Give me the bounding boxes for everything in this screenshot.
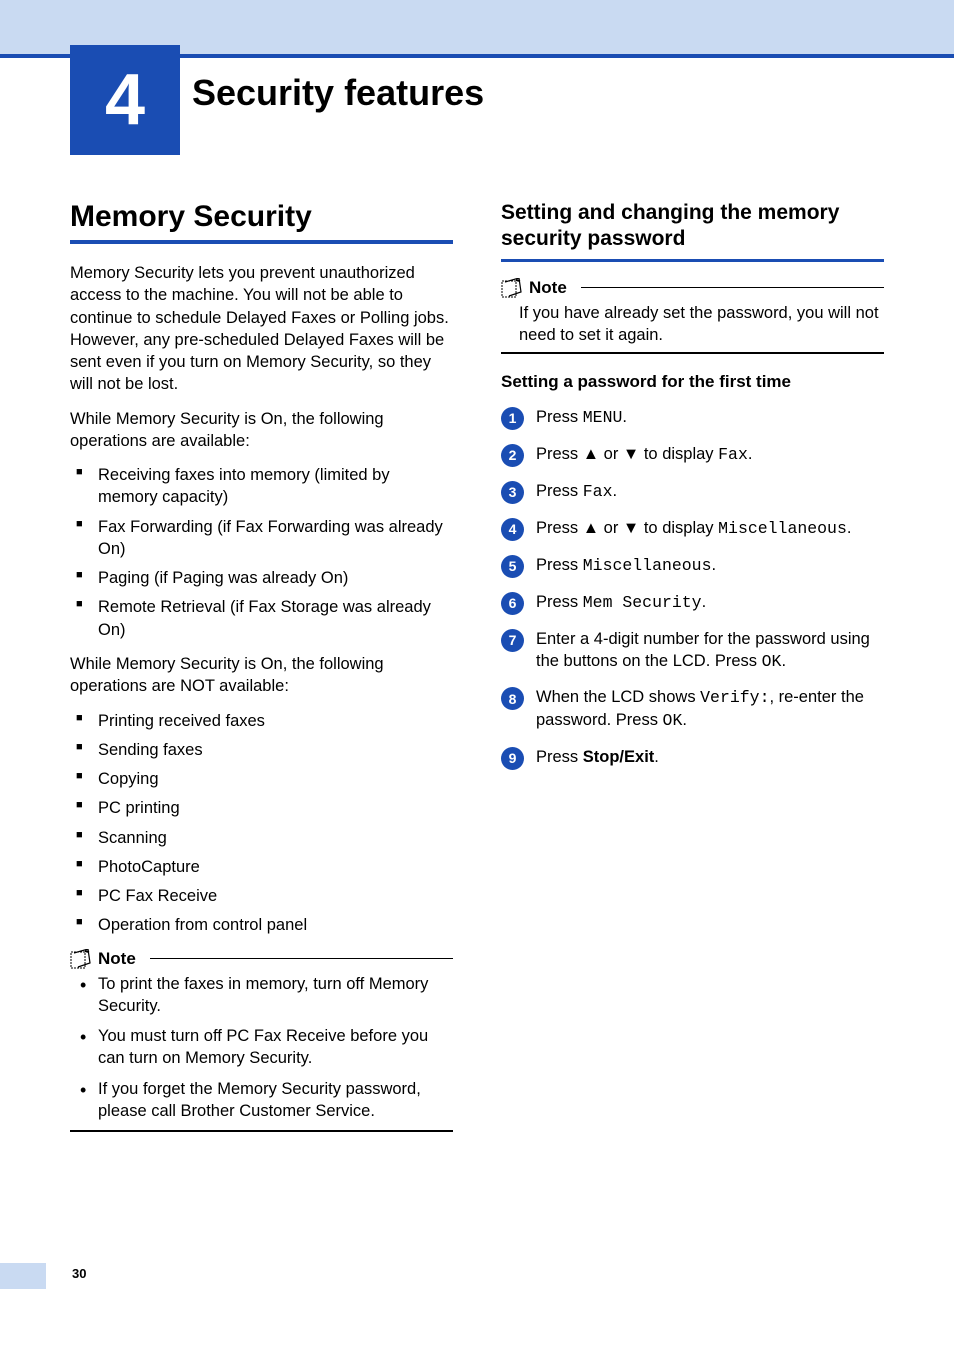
step-text: Press MENU. xyxy=(536,406,884,429)
step-6: 6 Press Mem Security. xyxy=(501,591,884,615)
list-item: Paging (if Paging was already On) xyxy=(98,567,453,589)
left-column: Memory Security Memory Security lets you… xyxy=(70,200,453,1132)
step-3: 3 Press Fax. xyxy=(501,480,884,504)
note-footer-line xyxy=(70,1130,453,1132)
note-header-line xyxy=(581,287,884,289)
step-1: 1 Press MENU. xyxy=(501,406,884,430)
list-item: Scanning xyxy=(98,827,453,849)
subsection-heading: Setting and changing the memory security… xyxy=(501,200,884,253)
note-title: Note xyxy=(98,949,136,969)
list-item: Copying xyxy=(98,768,453,790)
list-item: PC printing xyxy=(98,797,453,819)
note-block: Note To print the faxes in memory, turn … xyxy=(70,949,453,1132)
step-7: 7 Enter a 4-digit number for the passwor… xyxy=(501,628,884,674)
list-item: If you forget the Memory Security passwo… xyxy=(98,1078,453,1123)
note-body: If you have already set the password, yo… xyxy=(501,302,884,347)
subheading-underline xyxy=(501,259,884,262)
list-item: Fax Forwarding (if Fax Forwarding was al… xyxy=(98,516,453,561)
chapter-number-box: 4 xyxy=(70,45,180,155)
step-number-icon: 7 xyxy=(501,629,524,652)
list-item: You must turn off PC Fax Receive before … xyxy=(98,1025,453,1070)
step-number-icon: 4 xyxy=(501,518,524,541)
content-columns: Memory Security Memory Security lets you… xyxy=(70,200,884,1132)
step-number-icon: 2 xyxy=(501,444,524,467)
note-icon xyxy=(501,278,523,298)
note-block: Note If you have already set the passwor… xyxy=(501,278,884,354)
page-edge-tab xyxy=(0,1263,46,1289)
section-heading: Memory Security xyxy=(70,200,453,234)
note-icon xyxy=(70,949,92,969)
steps-list: 1 Press MENU. 2 Press ▲ or ▼ to display … xyxy=(501,406,884,770)
list-item: Printing received faxes xyxy=(98,710,453,732)
step-number-icon: 1 xyxy=(501,407,524,430)
step-2: 2 Press ▲ or ▼ to display Fax. xyxy=(501,443,884,467)
chapter-title: Security features xyxy=(192,72,484,114)
list-item: Remote Retrieval (if Fax Storage was alr… xyxy=(98,596,453,641)
step-text: Press Stop/Exit. xyxy=(536,746,884,768)
note-header: Note xyxy=(501,278,884,298)
step-number-icon: 6 xyxy=(501,592,524,615)
not-available-list: Printing received faxes Sending faxes Co… xyxy=(70,710,453,937)
list-item: PhotoCapture xyxy=(98,856,453,878)
step-9: 9 Press Stop/Exit. xyxy=(501,746,884,770)
note-header: Note xyxy=(70,949,453,969)
step-text: Press ▲ or ▼ to display Fax. xyxy=(536,443,884,466)
step-number-icon: 9 xyxy=(501,747,524,770)
step-text: Press Mem Security. xyxy=(536,591,884,614)
list-item: Receiving faxes into memory (limited by … xyxy=(98,464,453,509)
note-list: To print the faxes in memory, turn off M… xyxy=(70,973,453,1123)
list-item: Sending faxes xyxy=(98,739,453,761)
step-8: 8 When the LCD shows Verify:, re-enter t… xyxy=(501,686,884,733)
step-4: 4 Press ▲ or ▼ to display Miscellaneous. xyxy=(501,517,884,541)
available-intro: While Memory Security is On, the followi… xyxy=(70,408,453,453)
list-item: To print the faxes in memory, turn off M… xyxy=(98,973,453,1018)
list-item: Operation from control panel xyxy=(98,914,453,936)
step-number-icon: 8 xyxy=(501,687,524,710)
note-footer-line xyxy=(501,352,884,354)
step-text: Press Fax. xyxy=(536,480,884,503)
available-list: Receiving faxes into memory (limited by … xyxy=(70,464,453,641)
chapter-number: 4 xyxy=(105,59,145,141)
note-header-line xyxy=(150,958,453,960)
step-number-icon: 3 xyxy=(501,481,524,504)
page-number: 30 xyxy=(72,1266,86,1281)
not-available-intro: While Memory Security is On, the followi… xyxy=(70,653,453,698)
step-text: Press Miscellaneous. xyxy=(536,554,884,577)
intro-paragraph: Memory Security lets you prevent unautho… xyxy=(70,262,453,396)
step-text: Enter a 4-digit number for the password … xyxy=(536,628,884,674)
heading-underline xyxy=(70,240,453,244)
step-5: 5 Press Miscellaneous. xyxy=(501,554,884,578)
step-number-icon: 5 xyxy=(501,555,524,578)
step-text: Press ▲ or ▼ to display Miscellaneous. xyxy=(536,517,884,540)
right-column: Setting and changing the memory security… xyxy=(501,200,884,1132)
procedure-heading: Setting a password for the first time xyxy=(501,372,884,392)
list-item: PC Fax Receive xyxy=(98,885,453,907)
step-text: When the LCD shows Verify:, re-enter the… xyxy=(536,686,884,733)
note-title: Note xyxy=(529,278,567,298)
